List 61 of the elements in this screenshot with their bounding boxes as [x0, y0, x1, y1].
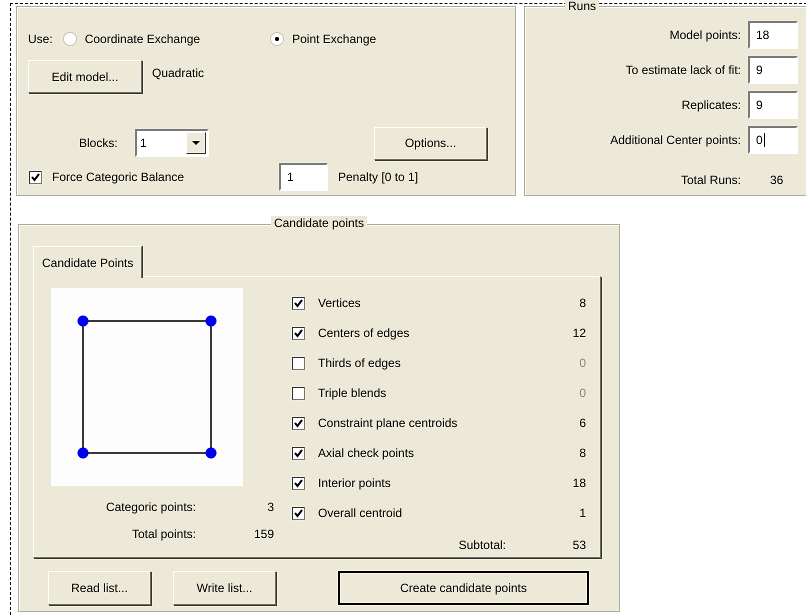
stat-label: Categoric points:: [104, 500, 196, 514]
total-label: Total Runs:: [680, 173, 741, 187]
checkbox[interactable]: [292, 416, 305, 430]
point-count: 12: [572, 326, 586, 340]
point-count: 0: [578, 386, 586, 400]
checkbox[interactable]: [292, 476, 305, 490]
edit-model-button[interactable]: Edit model...: [28, 60, 142, 93]
checkbox-label[interactable]: Thirds of edges: [318, 356, 546, 370]
checkbox[interactable]: [292, 386, 305, 400]
radio-button[interactable]: [62, 32, 77, 46]
checkbox[interactable]: [292, 446, 305, 460]
checkbox-label[interactable]: Axial check points: [318, 446, 546, 460]
field-label: Replicates:: [682, 98, 741, 112]
checkbox[interactable]: [292, 356, 305, 370]
point-count: 1: [578, 506, 586, 520]
use-label: Use:: [28, 32, 53, 46]
field-label: To estimate lack of fit:: [626, 63, 741, 77]
model-value: Quadratic: [152, 66, 204, 80]
subtotal-value: 53: [572, 538, 586, 552]
radio-button[interactable]: [270, 32, 284, 46]
checkbox[interactable]: [29, 170, 42, 184]
checkbox-label[interactable]: Centers of edges: [318, 326, 546, 340]
penalty-field[interactable]: 1: [279, 163, 328, 191]
number-field[interactable]: 9: [748, 91, 798, 119]
number-field[interactable]: 18: [748, 21, 798, 49]
blocks-dropdown[interactable]: 1: [135, 129, 209, 157]
dropdown-value: 1: [139, 136, 148, 150]
point-count: 0: [578, 356, 586, 370]
checkbox-label[interactable]: Constraint plane centroids: [318, 416, 546, 430]
checkbox[interactable]: [292, 296, 305, 310]
button[interactable]: Write list...: [173, 571, 276, 605]
checkbox-label[interactable]: Overall centroid: [318, 506, 546, 520]
point-count: 8: [578, 446, 586, 460]
checkbox-label[interactable]: Interior points: [318, 476, 546, 490]
options-button[interactable]: Options...: [374, 126, 487, 160]
stat-value: 3: [266, 500, 274, 514]
button[interactable]: Read list...: [48, 571, 151, 605]
radio-label[interactable]: Coordinate Exchange: [84, 32, 200, 46]
checkbox-label[interactable]: Force Categoric Balance: [52, 170, 184, 184]
checkbox-label[interactable]: Vertices: [318, 296, 546, 310]
total-value: 36: [769, 173, 784, 187]
stat-label: Total points:: [130, 527, 196, 541]
radio-label[interactable]: Point Exchange: [292, 32, 376, 46]
number-field[interactable]: 9: [748, 56, 798, 84]
checkbox-label[interactable]: Triple blends: [318, 386, 546, 400]
tab[interactable]: Candidate Points: [33, 246, 142, 278]
field-label: Model points:: [670, 28, 741, 42]
penalty-label: Penalty [0 to 1]: [338, 170, 418, 184]
subtotal-label: Subtotal:: [458, 538, 506, 552]
group-title: Candidate points: [270, 216, 368, 230]
stat-value: 159: [252, 527, 274, 541]
checkbox[interactable]: [292, 326, 305, 340]
field-label: Additional Center points:: [610, 133, 741, 147]
point-count: 18: [572, 476, 586, 490]
blocks-label: Blocks:: [79, 136, 119, 150]
group-title: Runs: [565, 0, 600, 13]
button[interactable]: Create candidate points: [338, 571, 589, 605]
point-count: 6: [578, 416, 586, 430]
number-field[interactable]: 0: [748, 126, 798, 154]
point-count: 8: [578, 296, 586, 310]
checkbox[interactable]: [292, 506, 305, 520]
